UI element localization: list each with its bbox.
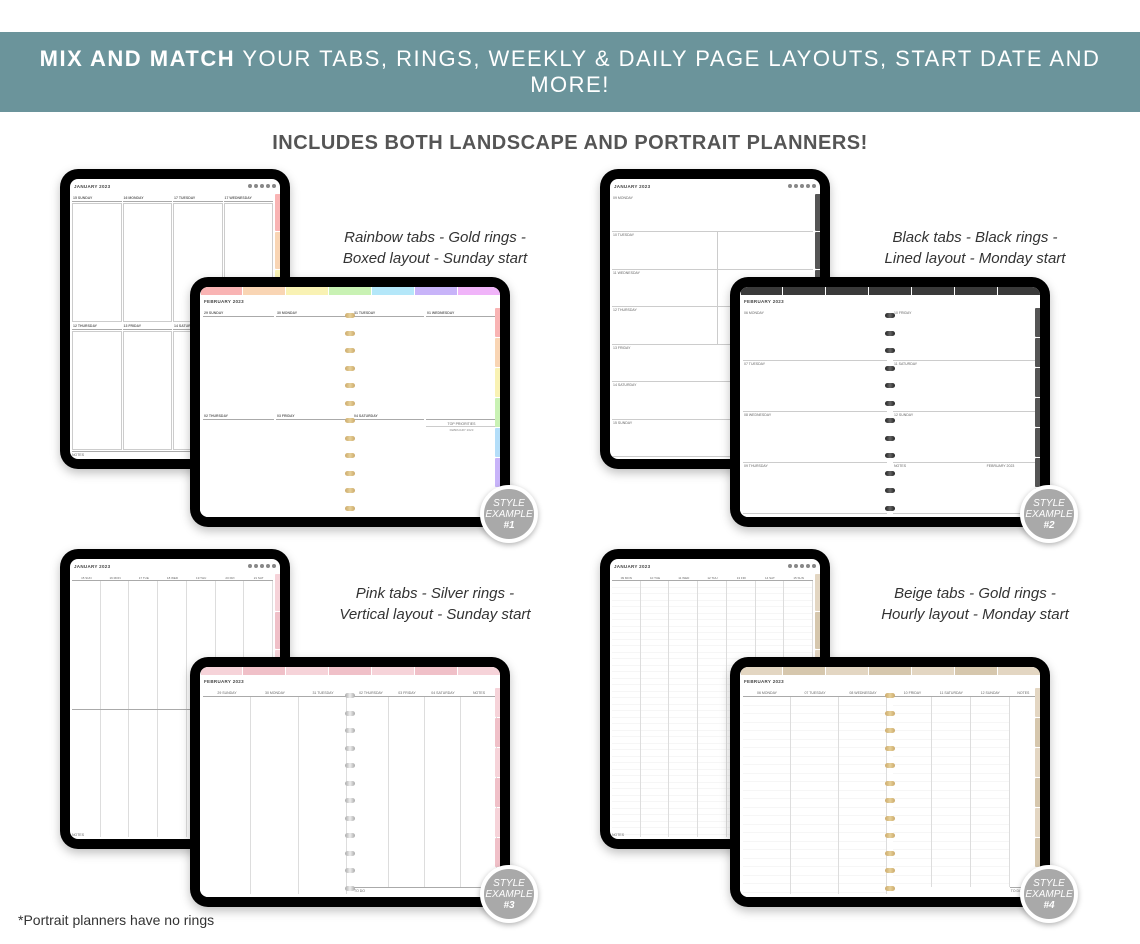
footnote: *Portrait planners have no rings bbox=[18, 912, 214, 928]
landscape-month-1: FEBRUARY 2023 bbox=[204, 299, 244, 304]
style-badge-4: STYLE EXAMPLE #4 bbox=[1020, 865, 1078, 923]
gold-rings-4 bbox=[885, 687, 895, 897]
black-rings bbox=[885, 307, 895, 517]
landscape-tablet-4: FEBRUARY 2023 06 MONDAY 07 TUESDAY 08 WE… bbox=[730, 657, 1050, 907]
toolbar-icons bbox=[788, 564, 816, 568]
style-badge-2: STYLE EXAMPLE #2 bbox=[1020, 485, 1078, 543]
headline-banner: MIX AND MATCH YOUR TABS, RINGS, WEEKLY &… bbox=[0, 32, 1140, 112]
silver-rings bbox=[345, 687, 355, 897]
banner-bold: MIX AND MATCH bbox=[40, 46, 235, 71]
style-example-3: Pink tabs - Silver rings - Vertical layo… bbox=[50, 549, 550, 919]
toolbar-icons bbox=[788, 184, 816, 188]
caption-2: Black tabs - Black rings - Lined layout … bbox=[860, 227, 1090, 269]
portrait-month-3: JANUARY 2023 bbox=[74, 564, 110, 569]
landscape-tablet-1: FEBRUARY 2023 29 SUNDAY 30 MONDAY 02 THU… bbox=[190, 277, 510, 527]
toolbar-icons bbox=[248, 564, 276, 568]
examples-grid: Rainbow tabs - Gold rings - Boxed layout… bbox=[0, 169, 1140, 919]
pink-top-tabs bbox=[200, 667, 500, 675]
style-example-1: Rainbow tabs - Gold rings - Boxed layout… bbox=[50, 169, 550, 539]
style-badge-1: STYLE EXAMPLE #1 bbox=[480, 485, 538, 543]
caption-4: Beige tabs - Gold rings - Hourly layout … bbox=[860, 583, 1090, 625]
beige-top-tabs bbox=[740, 667, 1040, 675]
rainbow-top-tabs bbox=[200, 287, 500, 295]
landscape-tablet-3: FEBRUARY 2023 29 SUNDAY 30 MONDAY 31 TUE… bbox=[190, 657, 510, 907]
style-example-4: Beige tabs - Gold rings - Hourly layout … bbox=[590, 549, 1090, 919]
landscape-tablet-2: FEBRUARY 2023 06 MONDAY 07 TUESDAY 08 WE… bbox=[730, 277, 1050, 527]
subheadline: INCLUDES BOTH LANDSCAPE AND PORTRAIT PLA… bbox=[0, 132, 1140, 155]
landscape-month-4: FEBRUARY 2023 bbox=[744, 679, 784, 684]
toolbar-icons bbox=[248, 184, 276, 188]
landscape-month-3: FEBRUARY 2023 bbox=[204, 679, 244, 684]
notes-label-4: NOTES bbox=[612, 833, 624, 837]
black-top-tabs bbox=[740, 287, 1040, 295]
style-badge-3: STYLE EXAMPLE #3 bbox=[480, 865, 538, 923]
landscape-month-2: FEBRUARY 2023 bbox=[744, 299, 784, 304]
banner-light: YOUR TABS, RINGS, WEEKLY & DAILY PAGE LA… bbox=[235, 46, 1100, 97]
notes-label: NOTES bbox=[72, 833, 84, 837]
portrait-month-4: JANUARY 2023 bbox=[614, 564, 650, 569]
caption-3: Pink tabs - Silver rings - Vertical layo… bbox=[320, 583, 550, 625]
caption-1: Rainbow tabs - Gold rings - Boxed layout… bbox=[320, 227, 550, 269]
portrait-month-1: JANUARY 2023 bbox=[74, 184, 110, 189]
portrait-month-2: JANUARY 2023 bbox=[614, 184, 650, 189]
style-example-2: Black tabs - Black rings - Lined layout … bbox=[590, 169, 1090, 539]
gold-rings bbox=[345, 307, 355, 517]
